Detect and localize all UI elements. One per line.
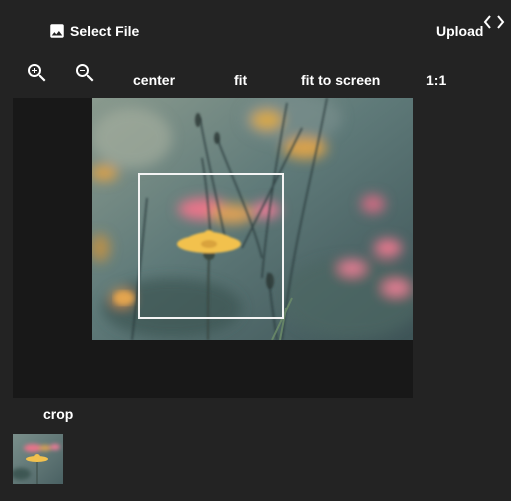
upload-label: Upload	[436, 23, 484, 39]
crop-preview-image	[13, 434, 63, 484]
zoom-in-button[interactable]	[25, 61, 49, 85]
zoom-out-icon	[73, 64, 97, 89]
select-file-button[interactable]: Select File	[44, 18, 143, 44]
fit-to-screen-button[interactable]: fit to screen	[301, 68, 380, 92]
one-to-one-button[interactable]: 1:1	[426, 68, 446, 92]
crop-selection-box[interactable]	[138, 173, 284, 319]
zoom-in-icon	[25, 64, 49, 89]
cropper-viewport[interactable]	[13, 98, 413, 398]
zoom-out-button[interactable]	[73, 61, 97, 85]
code-brackets-icon[interactable]	[482, 12, 506, 32]
upload-button[interactable]: Upload	[432, 18, 487, 44]
image-icon	[48, 22, 66, 40]
fit-button[interactable]: fit	[234, 68, 247, 92]
select-file-label: Select File	[70, 23, 140, 39]
center-button[interactable]: center	[133, 68, 175, 92]
crop-preview-label: crop	[43, 406, 74, 422]
